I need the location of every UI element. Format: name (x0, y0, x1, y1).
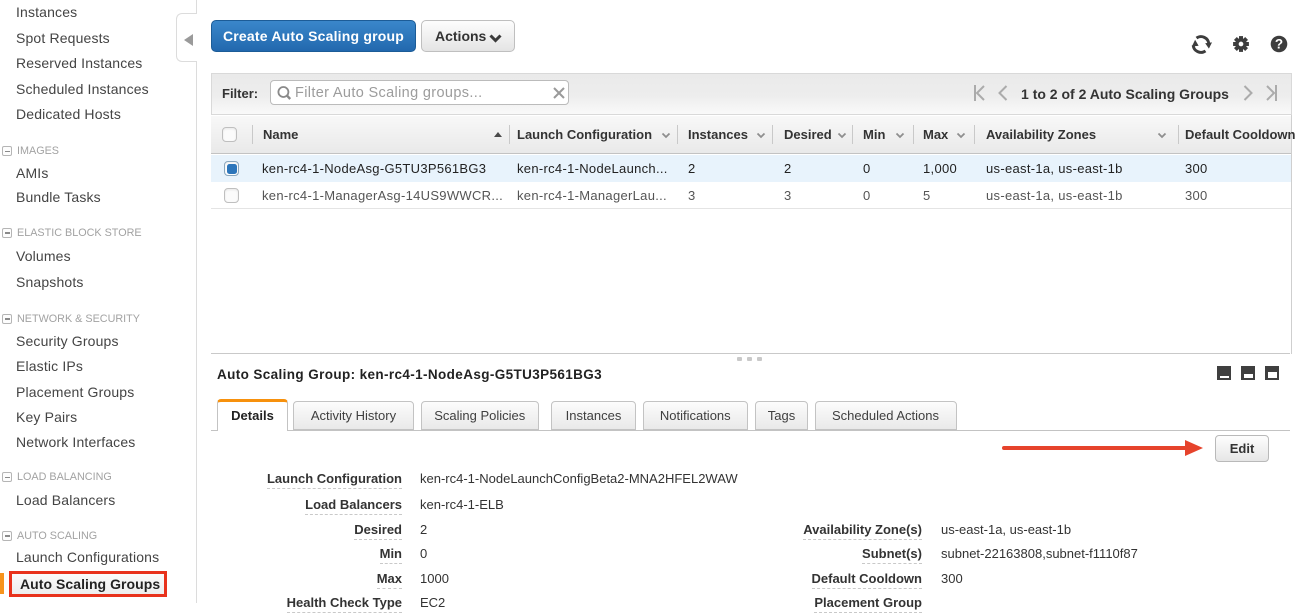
svg-text:?: ? (1275, 37, 1283, 52)
